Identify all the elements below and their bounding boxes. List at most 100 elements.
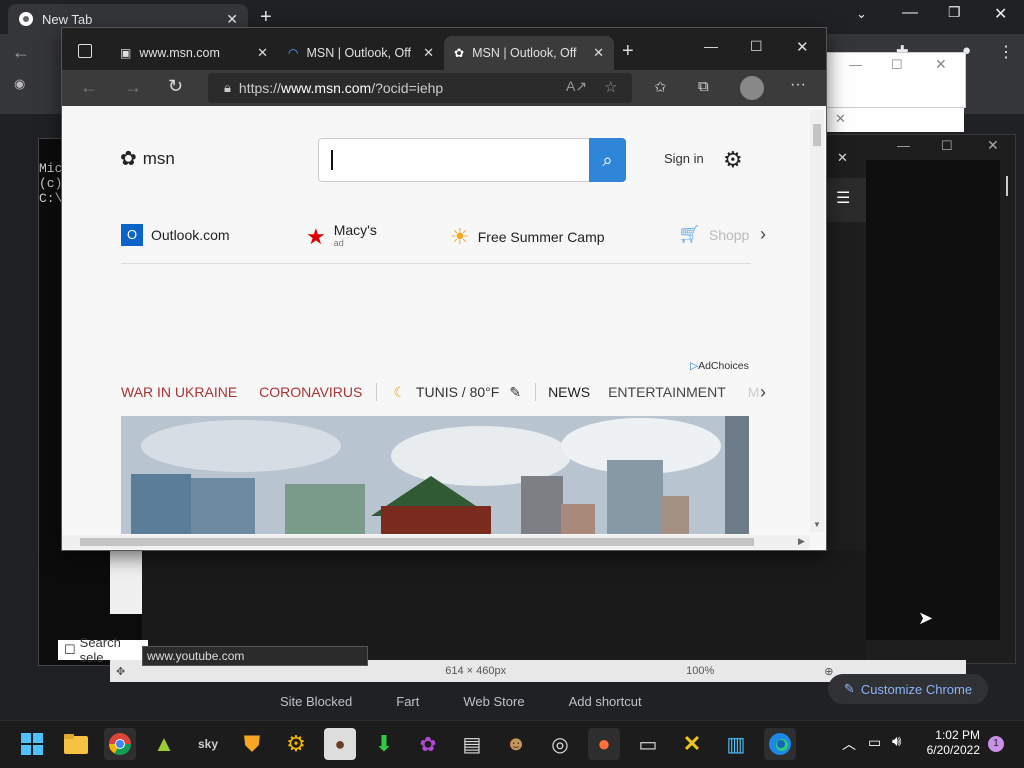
msn-logo[interactable]: ✿ msn [120,146,175,171]
scrollbar-thumb[interactable] [1006,176,1008,196]
nav-coronavirus[interactable]: CORONAVIRUS [259,384,362,400]
maximize-icon[interactable]: ☐ [891,57,903,73]
close-icon[interactable]: ✕ [423,45,434,61]
x-app-icon[interactable]: ✕ [676,728,708,760]
taskbar-clock[interactable]: 1:02 PM 6/20/2022 [922,728,980,758]
chevron-right-icon[interactable]: › [760,382,766,403]
sky-app-icon[interactable]: sky [192,728,224,760]
nav-war-in-ukraine[interactable]: WAR IN UKRAINE [121,384,237,400]
pencil-icon: ✎ [843,681,855,696]
hamburger-menu[interactable]: ☰ [826,178,866,222]
close-icon[interactable]: ✕ [987,137,999,154]
download-arrow-icon[interactable]: ⬇ [368,728,400,760]
pencil-icon[interactable]: ✎ [509,384,521,401]
horizontal-scrollbar[interactable]: ▶ [62,535,810,549]
gear-app-icon[interactable]: ⚙ [280,728,312,760]
puzzle-app-icon[interactable]: ✿ [412,728,444,760]
chevron-down-icon[interactable]: ⌄ [856,6,867,22]
quick-link-shopping[interactable]: 🛒︎ Shopp [678,224,749,245]
menu-dots-icon[interactable]: ⋮ [998,42,1014,62]
nav-weather[interactable]: TUNIS / 80°F [416,384,499,400]
minimize-button[interactable]: — [902,4,918,22]
tab-actions-icon[interactable] [78,44,92,58]
window-app-icon[interactable]: ▭ [632,728,664,760]
profile-avatar[interactable] [740,76,764,100]
read-aloud-icon[interactable]: A↗ [566,78,587,95]
customize-chrome-button[interactable]: ✎ Customize Chrome [828,674,988,704]
coffee-bean-icon[interactable]: ● [324,728,356,760]
collections-icon[interactable]: ⧉ [698,78,709,95]
shortcut-link[interactable]: Web Store [463,694,524,709]
close-icon[interactable]: ✕ [837,150,848,166]
hero-image[interactable] [121,416,749,534]
new-tab-button[interactable]: + [622,40,634,63]
favorites-icon[interactable]: ✩ [654,78,667,96]
close-icon[interactable]: ✕ [835,111,846,127]
triangle-app-icon[interactable]: ▲ [148,728,180,760]
file-explorer-icon[interactable] [60,728,92,760]
new-tab-button[interactable]: + [260,6,272,29]
lock-icon[interactable]: 🔒︎ [224,80,231,96]
sign-in-link[interactable]: Sign in [664,151,704,166]
close-window-button[interactable]: ✕ [796,38,809,56]
minimize-icon[interactable]: — [897,138,910,153]
nav-news[interactable]: NEWS [548,384,590,400]
search-select-checkbox[interactable]: ☐ Search sele [58,635,148,665]
edge-tab-msn[interactable]: ▣ www.msn.com ✕ [110,36,278,70]
quick-link-outlook[interactable]: O Outlook.com [121,224,230,246]
refresh-icon[interactable]: ↻ [168,76,183,97]
msn-search-input[interactable] [318,138,590,182]
move-icon[interactable]: ✥ [116,665,125,678]
circle-app-icon[interactable]: ◎ [544,728,576,760]
adchoices-label[interactable]: ▷AdChoices [690,360,749,372]
close-icon[interactable]: ✕ [257,45,268,61]
edge-tab-outlook-1[interactable]: ◠ MSN | Outlook, Off ✕ [278,36,444,70]
close-icon[interactable]: ✕ [226,11,238,28]
notification-badge[interactable]: 1 [988,736,1004,752]
document-app-icon[interactable]: ▤ [456,728,488,760]
close-icon[interactable]: ✕ [593,45,604,61]
minimize-icon[interactable]: — [849,57,862,72]
quick-link-macys[interactable]: ★ Macy's ad [306,223,377,250]
back-arrow-icon[interactable]: ← [80,77,98,98]
notepad-icon[interactable]: ▥ [720,728,752,760]
windows-start-icon[interactable] [16,728,48,760]
quick-link-summer-camp[interactable]: ☀ Free Summer Camp [450,224,605,250]
scrollbar-thumb[interactable] [813,124,821,146]
maximize-icon[interactable]: ☐ [941,138,953,154]
shield-icon[interactable]: ⛊ [236,728,268,760]
settings-gear-icon[interactable]: ⚙ [723,147,743,173]
edge-taskbar-icon[interactable] [764,728,796,760]
chrome-taskbar-icon[interactable] [104,728,136,760]
close-icon[interactable]: ✕ [935,56,947,73]
network-icon[interactable]: ▭ [868,734,881,751]
vertical-scrollbar[interactable]: ▼ [810,110,824,532]
chevron-up-icon[interactable]: ︿ [842,734,856,754]
scroll-down-arrow-icon[interactable]: ▼ [813,520,821,529]
nav-entertainment[interactable]: ENTERTAINMENT [608,384,726,400]
add-favorite-icon[interactable]: ☆ [604,78,617,96]
moon-icon: ☾ [393,383,406,400]
maximize-button[interactable]: ☐ [750,38,763,55]
close-window-button[interactable]: ✕ [994,4,1007,24]
scroll-right-arrow-icon[interactable]: ▶ [798,536,805,547]
monkey-app-icon[interactable]: ☻ [500,728,532,760]
minimize-button[interactable]: — [704,38,718,54]
checkbox-icon[interactable]: ☐ [64,642,76,658]
forward-arrow-icon[interactable]: → [124,77,142,98]
shortcut-link[interactable]: Fart [396,694,419,709]
more-options-icon[interactable]: ··· [790,76,806,94]
zoom-in-icon[interactable]: ⊕ [824,665,833,678]
msn-butterfly-icon: ✿ [120,148,137,170]
firefox-icon[interactable]: ● [588,728,620,760]
back-arrow-icon[interactable]: ← [12,42,30,63]
volume-icon[interactable]: 🔊︎ [892,733,901,750]
search-button[interactable]: ⌕ [589,138,626,182]
scrollbar-thumb[interactable] [80,538,754,546]
chevron-right-icon[interactable]: › [760,224,766,245]
nav-more[interactable]: M [748,384,760,400]
edge-tab-outlook-2[interactable]: ✿ MSN | Outlook, Off ✕ [444,36,614,70]
maximize-button[interactable]: ❐ [948,4,961,21]
shortcut-link[interactable]: Site Blocked [280,694,352,709]
shortcut-link[interactable]: Add shortcut [569,694,642,709]
